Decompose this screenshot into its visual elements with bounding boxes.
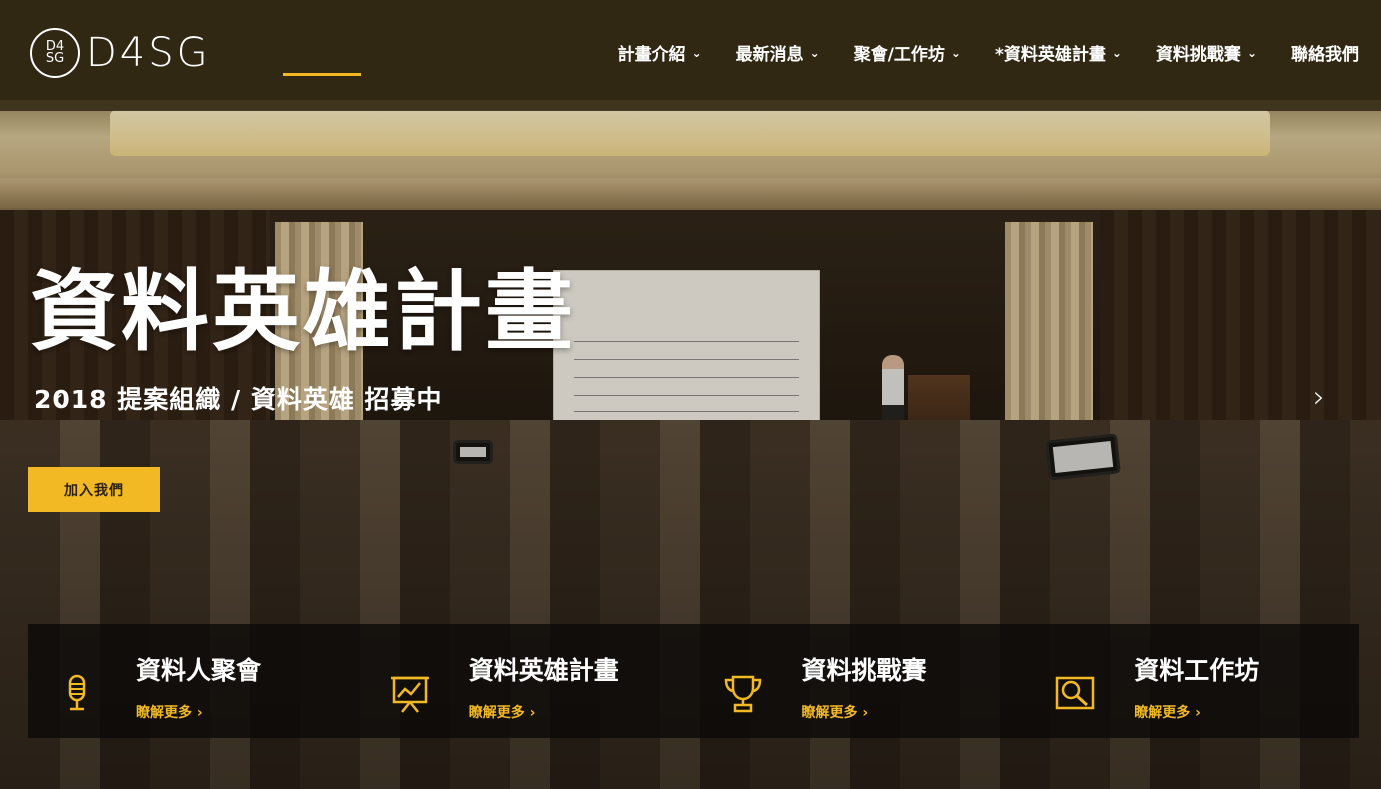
trophy-icon — [724, 675, 761, 713]
feature-data-hero[interactable]: 資料英雄計畫 瞭解更多 › — [361, 624, 694, 738]
learn-more-link[interactable]: 瞭解更多 › — [469, 702, 536, 722]
site-logo[interactable]: D4 SG D4SG — [30, 28, 211, 78]
nav-item-contact[interactable]: 聯絡我們 — [1291, 40, 1359, 65]
chevron-down-icon: ⌄ — [950, 45, 961, 60]
join-us-button[interactable]: 加入我們 — [28, 467, 160, 512]
site-header: D4 SG D4SG 計畫介紹 ⌄ 最新消息 ⌄ 聚會/工作坊 ⌄ *資料英雄計畫… — [0, 0, 1381, 111]
nav-item-challenge[interactable]: 資料挑戰賽 ⌄ — [1156, 40, 1257, 65]
logo-mark-icon: D4 SG — [30, 28, 80, 78]
nav-item-meetups[interactable]: 聚會/工作坊 ⌄ — [854, 40, 961, 65]
microphone-icon — [68, 674, 86, 711]
chevron-down-icon: ⌄ — [1246, 45, 1257, 60]
feature-meetup[interactable]: 資料人聚會 瞭解更多 › — [28, 624, 361, 738]
feature-title: 資料英雄計畫 — [468, 656, 619, 685]
feature-title: 資料工作坊 — [1134, 656, 1260, 685]
chevron-left-icon[interactable]: ‹ — [52, 382, 64, 417]
logo-text: D4SG — [86, 30, 211, 76]
learn-more-link[interactable]: 瞭解更多 › — [1134, 702, 1201, 722]
hero-subtitle: 2018 提案組織 / 資料英雄 招募中 — [34, 385, 443, 414]
feature-title: 資料人聚會 — [136, 656, 262, 685]
nav-item-about[interactable]: 計畫介紹 ⌄ — [618, 40, 702, 65]
nav-item-label: 聚會/工作坊 — [853, 45, 945, 65]
magnifier-icon — [1056, 676, 1095, 710]
feature-challenge[interactable]: 資料挑戰賽 瞭解更多 › — [694, 624, 1027, 738]
feature-bar: 資料人聚會 瞭解更多 › 資料英雄計畫 瞭解更多 › 資料挑戰賽 瞭解更多 › — [28, 624, 1359, 738]
nav-item-label: *資料英雄計畫 — [994, 45, 1106, 65]
nav-item-data-hero[interactable]: *資料英雄計畫 ⌄ — [995, 40, 1122, 65]
feature-workshop[interactable]: 資料工作坊 瞭解更多 › — [1026, 624, 1359, 738]
nav-item-label: 計畫介紹 — [617, 45, 686, 65]
learn-more-link[interactable]: 瞭解更多 › — [802, 702, 869, 722]
main-nav: 計畫介紹 ⌄ 最新消息 ⌄ 聚會/工作坊 ⌄ *資料英雄計畫 ⌄ 資料挑戰賽 ⌄… — [584, 40, 1359, 65]
feature-title: 資料挑戰賽 — [801, 656, 927, 685]
nav-item-news[interactable]: 最新消息 ⌄ — [736, 40, 820, 65]
presentation-chart-icon — [390, 676, 429, 713]
chevron-down-icon: ⌄ — [809, 45, 820, 60]
chevron-down-icon: ⌄ — [691, 45, 702, 60]
nav-item-label: 最新消息 — [735, 45, 804, 65]
chevron-right-icon[interactable]: › — [1313, 380, 1325, 415]
nav-item-label: 聯絡我們 — [1291, 45, 1359, 65]
hero-title: 資料英雄計畫 — [30, 260, 577, 363]
nav-item-label: 資料挑戰賽 — [1155, 45, 1241, 65]
active-nav-indicator — [283, 73, 361, 76]
learn-more-link[interactable]: 瞭解更多 › — [136, 702, 203, 722]
chevron-down-icon: ⌄ — [1111, 45, 1122, 60]
